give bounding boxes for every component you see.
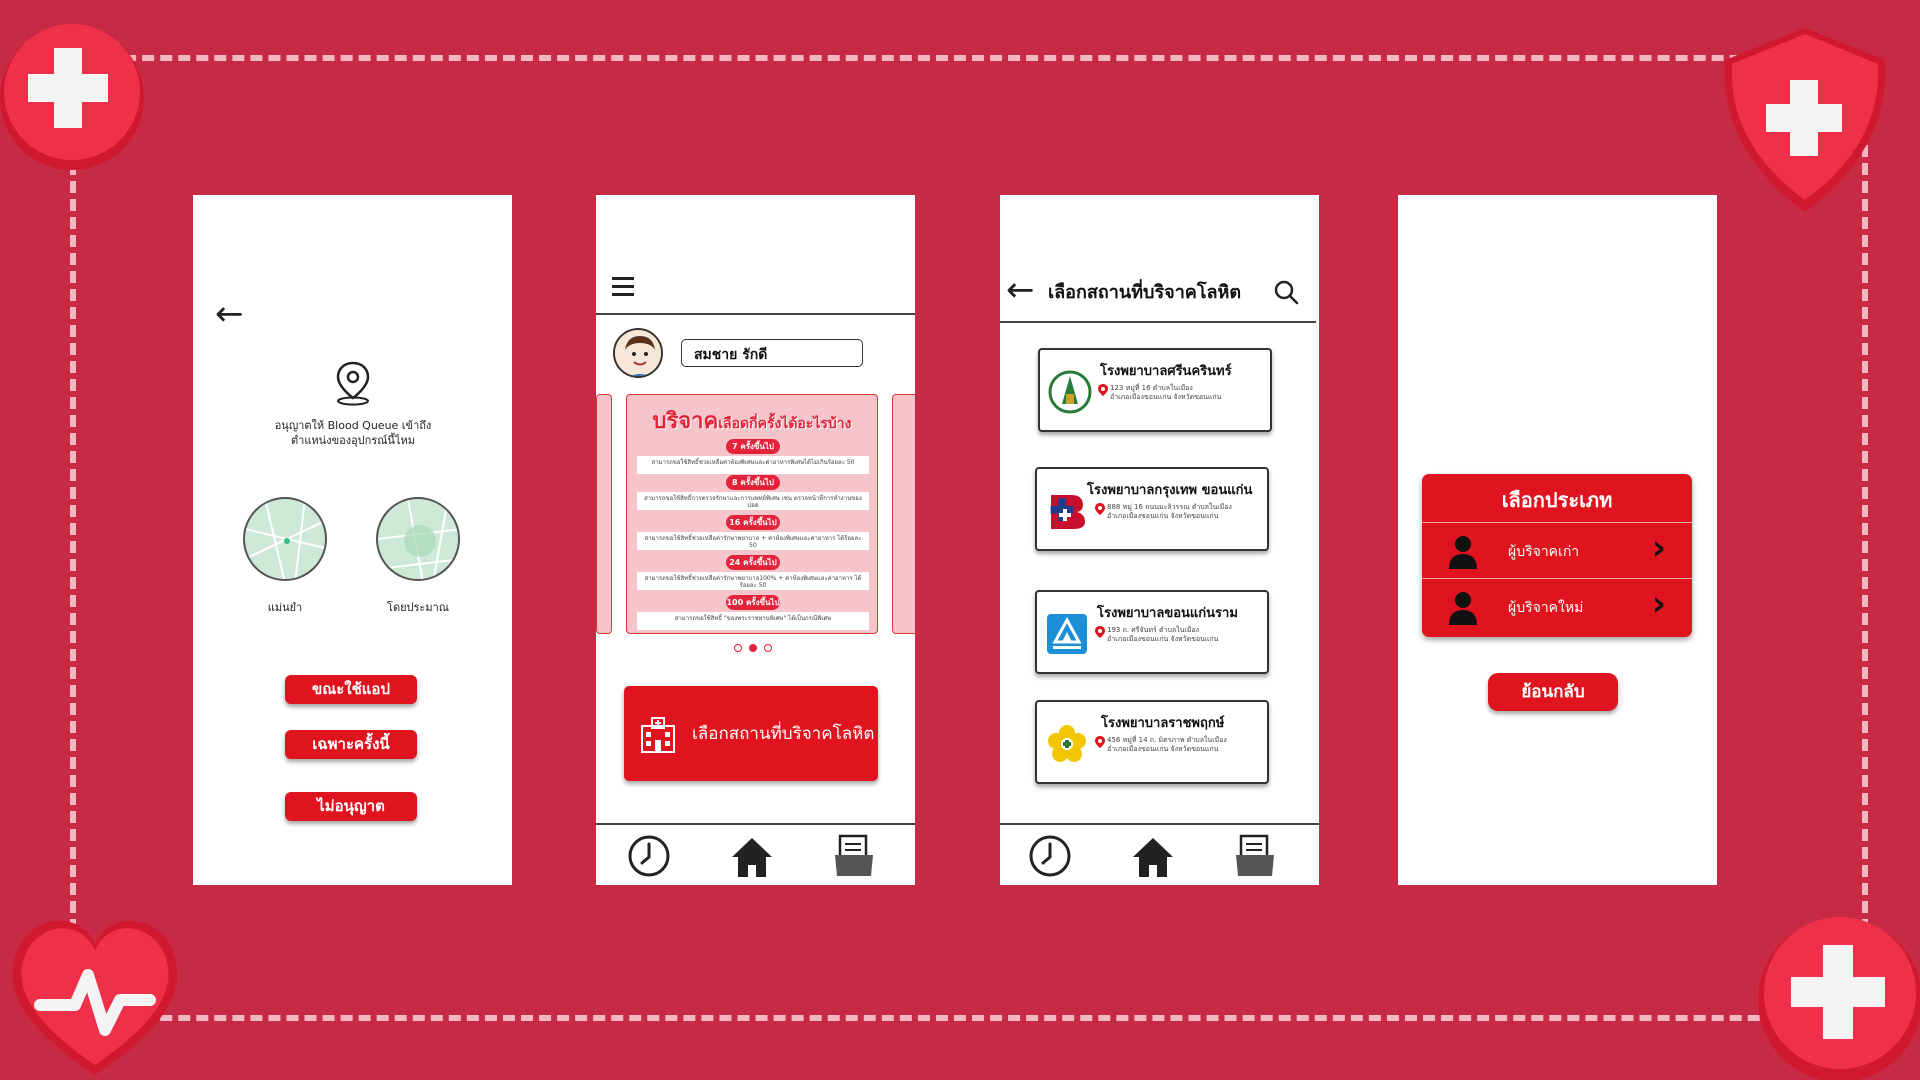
carousel-prev-card[interactable] bbox=[596, 394, 612, 634]
hospital-logo-icon bbox=[1047, 614, 1087, 654]
hospital-card[interactable]: โรงพยาบาลราชพฤกษ์ 456 หมู่ที่ 14 ถ. มิตร… bbox=[1035, 700, 1269, 784]
location-pin-icon bbox=[336, 361, 370, 406]
select-donation-place-button[interactable]: เลือกสถานที่บริจาคโลหิต bbox=[624, 686, 878, 781]
hospital-name: โรงพยาบาลราชพฤกษ์ bbox=[1101, 716, 1225, 731]
history-clock-icon[interactable] bbox=[626, 833, 672, 879]
person-icon bbox=[1449, 536, 1477, 569]
history-clock-icon[interactable] bbox=[1027, 833, 1073, 879]
home-icon[interactable] bbox=[729, 833, 775, 879]
chevron-right-icon: › bbox=[1651, 528, 1666, 568]
documents-icon[interactable] bbox=[1232, 833, 1278, 879]
benefit-tier: 16 ครั้งขึ้นไป สามารถขอใช้สิทธิ์ช่วยเหลื… bbox=[637, 515, 869, 550]
carousel-indicator bbox=[734, 644, 794, 652]
approximate-label: โดยประมาณ bbox=[387, 601, 449, 614]
hospital-card[interactable]: โรงพยาบาลศรีนครินทร์ 123 หมู่ที่ 16 ตำบล… bbox=[1038, 348, 1272, 432]
back-arrow-icon[interactable]: ← bbox=[215, 297, 244, 331]
header-divider bbox=[1000, 321, 1316, 323]
heart-pulse-icon bbox=[12, 920, 178, 1075]
precise-location-map[interactable] bbox=[243, 497, 327, 581]
hospital-logo-icon bbox=[1048, 725, 1086, 762]
hospital-address: 456 หมู่ที่ 14 ถ. มิตรภาพ ตำบลในเมือง อำเ… bbox=[1107, 736, 1227, 753]
hospital-building-icon bbox=[641, 716, 675, 753]
hospital-card[interactable]: โรงพยาบาลขอนแก่นราม 193 ถ. ศรีจันทร์ ตำบ… bbox=[1035, 590, 1269, 674]
select-donation-place-screen: ← เลือกสถานที่บริจาคโลหิต โรงพยาบาลศรีนค… bbox=[1000, 195, 1319, 885]
carousel-next-card[interactable] bbox=[892, 394, 915, 634]
banner-title: บริจาคเลือดกี่ครั้งได้อะไรบ้าง bbox=[652, 409, 852, 434]
chevron-right-icon: › bbox=[1651, 584, 1666, 624]
carousel-dot[interactable] bbox=[734, 644, 742, 652]
location-permission-screen: ← อนุญาตให้ Blood Queue เข้าถึง ตำแหน่งข… bbox=[193, 195, 512, 885]
hospital-address: 123 หมู่ที่ 16 ตำบลในเมือง อำเภอเมืองขอนแ… bbox=[1110, 384, 1222, 401]
hospital-address: 888 หมู่ 16 ถนนมะลิวรรณ ตำบลในเมือง อำเภอ… bbox=[1107, 503, 1232, 520]
approximate-location-map[interactable] bbox=[376, 497, 460, 581]
medical-cross-badge-icon bbox=[1758, 917, 1920, 1080]
person-icon bbox=[1449, 592, 1477, 625]
donation-benefits-banner[interactable]: บริจาคเลือดกี่ครั้งได้อะไรบ้าง 7 ครั้งขึ… bbox=[626, 394, 878, 634]
avatar[interactable] bbox=[613, 328, 663, 378]
card-title: เลือกประเภท bbox=[1501, 488, 1613, 512]
page-title: เลือกสถานที่บริจาคโลหิต bbox=[1048, 282, 1242, 303]
location-pin-icon bbox=[1095, 736, 1105, 748]
hospital-name: โรงพยาบาลศรีนครินทร์ bbox=[1100, 364, 1232, 379]
bottom-tab-bar bbox=[1000, 823, 1319, 885]
cta-label: เลือกสถานที่บริจาคโลหิต bbox=[692, 724, 875, 744]
new-donor-option[interactable]: ผู้บริจาคใหม่ › bbox=[1422, 578, 1692, 634]
existing-donor-option[interactable]: ผู้บริจาคเก่า › bbox=[1422, 522, 1692, 578]
home-icon[interactable] bbox=[1130, 833, 1176, 879]
location-pin-icon bbox=[1095, 503, 1105, 515]
precise-label: แม่นยำ bbox=[267, 601, 303, 614]
hospital-logo-icon bbox=[1048, 370, 1092, 414]
allow-while-using-button[interactable]: ขณะใช้แอป bbox=[285, 675, 417, 704]
back-arrow-icon[interactable]: ← bbox=[1006, 273, 1035, 307]
carousel-dot-active[interactable] bbox=[749, 644, 757, 652]
allow-once-button[interactable]: เฉพาะครั้งนี้ bbox=[285, 730, 417, 759]
shield-cross-icon bbox=[1724, 28, 1886, 212]
benefit-tier: 8 ครั้งขึ้นไป สามารถขอใช้สิทธิ์การตรวจรั… bbox=[637, 475, 869, 510]
benefit-tier: 24 ครั้งขึ้นไป สามารถขอใช้สิทธิ์ช่วยเหลื… bbox=[637, 555, 869, 590]
donor-type-card: เลือกประเภท ผู้บริจาคเก่า › ผู้บริจาคใหม… bbox=[1422, 474, 1692, 637]
benefit-tier: 100 ครั้งขึ้นไป สามารถขอใช้สิทธิ์ "ของพร… bbox=[637, 595, 869, 630]
permission-prompt: อนุญาตให้ Blood Queue เข้าถึง ตำแหน่งของ… bbox=[274, 419, 432, 447]
hospital-logo-icon bbox=[1050, 495, 1085, 529]
documents-icon[interactable] bbox=[831, 833, 877, 879]
back-button[interactable]: ย้อนกลับ bbox=[1488, 673, 1618, 711]
bottom-tab-bar bbox=[596, 823, 915, 885]
location-pin-icon bbox=[1095, 626, 1105, 638]
carousel-dot[interactable] bbox=[764, 644, 772, 652]
select-donor-type-screen: เลือกประเภท ผู้บริจาคเก่า › ผู้บริจาคใหม… bbox=[1398, 195, 1717, 885]
hamburger-menu-icon[interactable] bbox=[612, 277, 634, 301]
hospital-name: โรงพยาบาลกรุงเทพ ขอนแก่น bbox=[1087, 483, 1253, 498]
search-icon[interactable] bbox=[1273, 279, 1299, 305]
hospital-address: 193 ถ. ศรีจันทร์ ตำบลในเมือง อำเภอเมืองขอ… bbox=[1107, 626, 1219, 643]
hospital-card[interactable]: โรงพยาบาลกรุงเทพ ขอนแก่น 888 หมู่ 16 ถนน… bbox=[1035, 467, 1269, 551]
header-divider bbox=[596, 313, 915, 315]
benefit-tier: 7 ครั้งขึ้นไป สามารถขอใช้สิทธิ์ช่วยเหลือ… bbox=[637, 439, 869, 474]
home-screen: สมชาย รักดี บริจาคเลือดกี่ครั้งได้อะไรบ้… bbox=[596, 195, 915, 885]
hospital-name: โรงพยาบาลขอนแก่นราม bbox=[1097, 606, 1238, 621]
location-pin-icon bbox=[1098, 384, 1108, 396]
user-name-field: สมชาย รักดี bbox=[681, 339, 863, 367]
deny-button[interactable]: ไม่อนุญาต bbox=[285, 792, 417, 821]
medical-cross-badge-icon bbox=[0, 24, 144, 170]
